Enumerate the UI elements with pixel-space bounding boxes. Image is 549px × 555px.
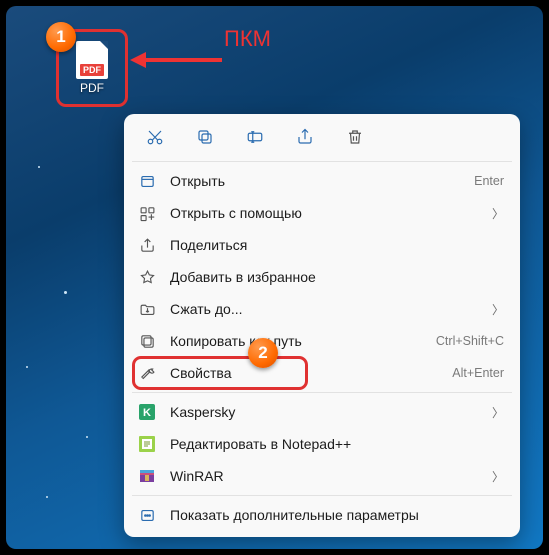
menu-compress[interactable]: Сжать до... 〉 <box>124 293 520 325</box>
menu-label: Сжать до... <box>170 301 478 317</box>
chevron-right-icon: 〉 <box>492 468 504 485</box>
open-icon <box>138 172 156 190</box>
menu-open[interactable]: Открыть Enter <box>124 165 520 197</box>
separator <box>132 392 512 393</box>
annotation-arrow-head <box>130 52 146 68</box>
notepadpp-icon <box>138 435 156 453</box>
menu-shortcut: Ctrl+Shift+C <box>436 334 504 348</box>
menu-open-with[interactable]: Открыть с помощью 〉 <box>124 197 520 229</box>
star <box>46 496 48 498</box>
menu-share[interactable]: Поделиться <box>124 229 520 261</box>
star <box>26 366 28 368</box>
star <box>38 166 40 168</box>
wrench-icon <box>138 364 156 382</box>
annotation-step-1: 1 <box>46 22 76 52</box>
menu-label: WinRAR <box>170 468 478 484</box>
share-quick-button[interactable] <box>294 126 316 148</box>
menu-label: Свойства <box>170 365 438 381</box>
star <box>86 436 88 438</box>
menu-label: Редактировать в Notepad++ <box>170 436 504 452</box>
menu-label: Поделиться <box>170 237 504 253</box>
menu-winrar[interactable]: WinRAR 〉 <box>124 460 520 492</box>
menu-shortcut: Enter <box>474 174 504 188</box>
separator <box>132 495 512 496</box>
desktop-file-label: PDF <box>80 81 104 95</box>
copy-path-icon <box>138 332 156 350</box>
archive-icon <box>138 300 156 318</box>
pdf-badge: PDF <box>80 64 104 76</box>
star <box>64 291 67 294</box>
annotation-step-2: 2 <box>248 338 278 368</box>
chevron-right-icon: 〉 <box>492 205 504 222</box>
menu-show-more[interactable]: Показать дополнительные параметры <box>124 499 520 531</box>
pdf-file-icon: PDF <box>76 41 108 79</box>
svg-text:K: K <box>143 407 151 419</box>
menu-kaspersky[interactable]: K Kaspersky 〉 <box>124 396 520 428</box>
annotation-pkm-label: ПКМ <box>224 26 271 52</box>
kaspersky-icon: K <box>138 403 156 421</box>
annotation-arrow <box>144 58 222 62</box>
menu-label: Копировать как путь <box>170 333 422 349</box>
menu-notepadpp[interactable]: Редактировать в Notepad++ <box>124 428 520 460</box>
menu-label: Показать дополнительные параметры <box>170 507 504 523</box>
menu-shortcut: Alt+Enter <box>452 366 504 380</box>
menu-label: Открыть с помощью <box>170 205 478 221</box>
more-options-icon <box>138 506 156 524</box>
menu-label: Добавить в избранное <box>170 269 504 285</box>
desktop-area: PDF PDF 1 ПКМ <box>6 6 543 549</box>
open-with-icon <box>138 204 156 222</box>
rename-button[interactable] <box>244 126 266 148</box>
chevron-right-icon: 〉 <box>492 404 504 421</box>
cut-button[interactable] <box>144 126 166 148</box>
delete-button[interactable] <box>344 126 366 148</box>
menu-copy-path[interactable]: Копировать как путь Ctrl+Shift+C <box>124 325 520 357</box>
menu-label: Открыть <box>170 173 460 189</box>
chevron-right-icon: 〉 <box>492 301 504 318</box>
context-menu-quick-actions <box>124 120 520 158</box>
menu-properties[interactable]: Свойства Alt+Enter <box>124 357 520 389</box>
separator <box>132 161 512 162</box>
menu-label: Kaspersky <box>170 404 478 420</box>
context-menu: Открыть Enter Открыть с помощью 〉 Подели… <box>124 114 520 537</box>
share-icon <box>138 236 156 254</box>
copy-button[interactable] <box>194 126 216 148</box>
winrar-icon <box>138 467 156 485</box>
star-icon <box>138 268 156 286</box>
menu-favorite[interactable]: Добавить в избранное <box>124 261 520 293</box>
